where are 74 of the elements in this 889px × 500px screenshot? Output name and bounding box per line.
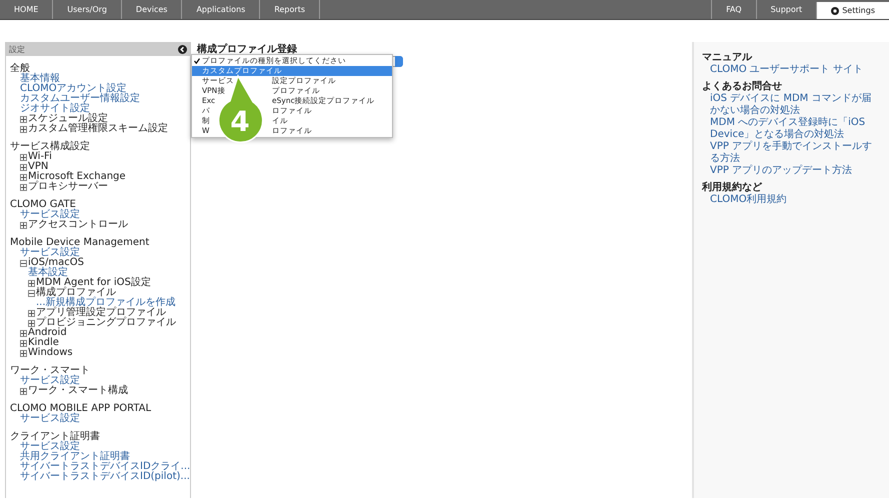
expand-toggle-icon[interactable]: [28, 310, 35, 316]
nav-tab[interactable]: HOME: [0, 0, 54, 19]
tree-item[interactable]: ワーク・スマート構成: [28, 386, 128, 396]
section-title: ワーク・スマート: [10, 366, 91, 376]
tree-item[interactable]: Windows: [28, 348, 73, 358]
tree-item[interactable]: プロキシサーバー: [28, 182, 108, 192]
tree-item[interactable]: iOS/macOS: [28, 258, 84, 268]
sidebar-link[interactable]: サイバートラストデバイスIDクライ...: [20, 462, 190, 472]
sidebar-title: 設定: [9, 44, 25, 56]
section-title: クライアント証明書: [10, 432, 101, 442]
sidebar-link[interactable]: サービス設定: [20, 442, 80, 452]
tree-item[interactable]: MDM Agent for iOS設定: [36, 278, 151, 288]
help-link[interactable]: MDM へのデバイス登録時に「iOS Device」となる場合の対処法: [702, 117, 881, 141]
sidebar-link[interactable]: サイバートラストデバイスID(pilot)...: [20, 472, 190, 482]
sidebar-link[interactable]: サービス設定: [20, 376, 80, 386]
section-title: 全般: [10, 64, 30, 74]
section-title: サービス構成設定: [10, 142, 91, 152]
sidebar-link[interactable]: サービス設定: [20, 210, 80, 220]
settings-icon: [831, 6, 840, 14]
collapse-icon[interactable]: [178, 45, 187, 54]
section-title: CLOMO GATE: [10, 200, 76, 210]
tree-item[interactable]: カスタム管理権限スキーム設定: [28, 124, 168, 134]
expand-toggle-icon[interactable]: [28, 320, 35, 326]
expand-toggle-icon[interactable]: [20, 184, 27, 190]
section-title: CLOMO MOBILE APP PORTAL: [10, 404, 152, 414]
tree-item[interactable]: 構成プロファイル: [36, 288, 116, 298]
help-link[interactable]: CLOMO ユーザーサポート サイト: [702, 64, 881, 76]
expand-toggle-icon[interactable]: [20, 350, 27, 356]
tree-item[interactable]: スケジュール設定: [28, 114, 108, 124]
help-heading: よくあるお問合せ: [702, 80, 783, 93]
help-link[interactable]: VPP アプリを手動でインストールする方法: [702, 141, 881, 165]
help-link[interactable]: VPP アプリのアップデート方法: [702, 165, 881, 177]
expand-toggle-icon[interactable]: [20, 388, 27, 394]
expand-toggle-icon[interactable]: [20, 260, 27, 266]
expand-toggle-icon[interactable]: [20, 222, 27, 228]
expand-toggle-icon[interactable]: [20, 174, 27, 180]
tree-item[interactable]: Android: [28, 328, 67, 338]
sidebar-link[interactable]: 基本情報: [20, 74, 60, 84]
checkmark-icon: [194, 58, 200, 64]
tree-item[interactable]: アプリ管理設定プロファイル: [36, 308, 166, 318]
help-heading: 利用規約など: [702, 181, 763, 194]
tree-item[interactable]: VPN: [28, 162, 48, 172]
expand-toggle-icon[interactable]: [20, 340, 27, 346]
tree-item[interactable]: Wi-Fi: [28, 152, 52, 162]
sidebar-link[interactable]: サービス設定: [20, 414, 80, 424]
tree-item[interactable]: Kindle: [28, 338, 59, 348]
expand-toggle-icon[interactable]: [28, 290, 35, 296]
page-title: 構成プロファイル登録: [197, 42, 298, 56]
sidebar-link[interactable]: ジオサイト設定: [20, 104, 90, 114]
expand-toggle-icon[interactable]: [20, 164, 27, 170]
sidebar-link[interactable]: 共用クライアント証明書: [20, 452, 130, 462]
expand-toggle-icon[interactable]: [28, 280, 35, 286]
expand-toggle-icon[interactable]: [20, 126, 27, 132]
sidebar-link[interactable]: ...新規構成プロファイルを作成: [36, 298, 176, 308]
nav-tab[interactable]: Users/Org: [53, 0, 122, 19]
tree-item[interactable]: アクセスコントロール: [28, 220, 128, 230]
sidebar-link[interactable]: サービス設定: [20, 248, 80, 258]
help-link[interactable]: iOS デバイスに MDM コマンドが届かない場合の対処法: [702, 93, 881, 117]
nav-tab[interactable]: Applications: [182, 0, 260, 19]
help-heading: マニュアル: [702, 51, 754, 64]
nav-tab[interactable]: FAQ: [711, 0, 756, 19]
expand-toggle-icon[interactable]: [20, 154, 27, 160]
sidebar-link[interactable]: 基本設定: [28, 268, 68, 278]
section-title: Mobile Device Management: [10, 238, 150, 248]
tree-item[interactable]: Microsoft Exchange: [28, 172, 126, 182]
sidebar-link[interactable]: CLOMOアカウント設定: [20, 84, 127, 94]
nav-tab[interactable]: Devices: [122, 0, 182, 19]
sidebar-link[interactable]: カスタムユーザー情報設定: [20, 94, 140, 104]
tree-item[interactable]: プロビジョニングプロファイル: [36, 318, 176, 328]
expand-toggle-icon[interactable]: [20, 116, 27, 122]
nav-tab[interactable]: Reports: [260, 0, 320, 19]
nav-tab[interactable]: Settings: [816, 2, 889, 19]
expand-toggle-icon[interactable]: [20, 330, 27, 336]
help-link[interactable]: CLOMO利用規約: [702, 194, 881, 206]
